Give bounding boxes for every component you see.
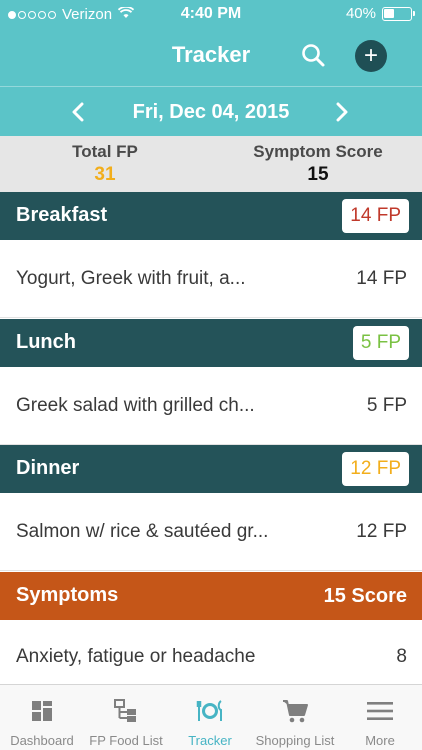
tab-more[interactable]: More [338, 685, 422, 750]
tab-fp-food-list[interactable]: FP Food List [84, 685, 168, 750]
section-title: Dinner [16, 457, 80, 479]
tab-bar: Dashboard FP Food List Tracker Shopping … [0, 684, 422, 750]
next-day-button[interactable] [326, 96, 358, 128]
section-lunch[interactable]: Lunch 5 FP [0, 319, 422, 367]
meal-item-name: Salmon w/ rice & sautéed gr... [16, 521, 269, 542]
tab-label: FP Food List [89, 733, 163, 748]
total-fp-label: Total FP [72, 142, 138, 161]
section-breakfast[interactable]: Breakfast 14 FP [0, 192, 422, 240]
total-fp-value: 31 [94, 164, 116, 185]
section-title: Symptoms [16, 584, 119, 606]
dashboard-icon [32, 701, 52, 721]
symptom-score-value: 15 [307, 164, 329, 185]
fp-badge: 12 FP [342, 452, 409, 486]
status-bar: Verizon 4:40 PM 40% [0, 0, 422, 30]
battery-status: 40% [345, 5, 415, 22]
date-navigator: Fri, Dec 04, 2015 [0, 88, 422, 136]
tab-tracker[interactable]: Tracker [168, 685, 252, 750]
search-icon [302, 44, 325, 67]
battery-percent: 40% [345, 5, 376, 22]
section-dinner[interactable]: Dinner 12 FP [0, 445, 422, 493]
add-button[interactable]: + [355, 40, 387, 72]
total-fp-summary: Total FP 31 [44, 142, 166, 186]
tab-label: Shopping List [255, 733, 335, 748]
daily-summary: Total FP 31 Symptom Score 15 [0, 136, 422, 192]
tab-shopping-list[interactable]: Shopping List [252, 685, 338, 750]
tab-label: Dashboard [10, 733, 74, 748]
cart-icon [283, 700, 308, 723]
meal-item-row[interactable]: Yogurt, Greek with fruit, a... 14 FP [0, 240, 422, 318]
symptom-item-name: Anxiety, fatigue or headache [16, 646, 256, 667]
meal-item-row[interactable]: Greek salad with grilled ch... 5 FP [0, 367, 422, 445]
meal-item-row[interactable]: Salmon w/ rice & sautéed gr... 12 FP [0, 493, 422, 571]
symptom-score-label: Symptom Score [253, 142, 383, 161]
current-date[interactable]: Fri, Dec 04, 2015 [0, 101, 422, 124]
meal-item-fp: 12 FP [356, 521, 407, 542]
tracker-icon [196, 700, 222, 721]
search-button[interactable] [298, 40, 330, 72]
battery-icon [382, 6, 415, 21]
plus-icon: + [363, 42, 378, 69]
food-list-icon [114, 699, 136, 722]
nav-divider [0, 86, 422, 87]
symptom-score-summary: Symptom Score 15 [232, 142, 404, 186]
chevron-right-icon [336, 102, 348, 122]
fp-badge: 14 FP [342, 199, 409, 233]
fp-badge: 5 FP [352, 326, 409, 360]
meal-item-name: Greek salad with grilled ch... [16, 395, 255, 416]
section-title: Breakfast [16, 204, 108, 226]
tab-label: More [365, 733, 395, 748]
menu-icon [367, 702, 393, 720]
app-header: Verizon 4:40 PM 40% Tracker + Fri, Dec 0… [0, 0, 422, 136]
meal-item-fp: 14 FP [356, 268, 407, 289]
tab-dashboard[interactable]: Dashboard [0, 685, 84, 750]
meal-item-name: Yogurt, Greek with fruit, a... [16, 268, 246, 289]
symptom-item-row[interactable]: Anxiety, fatigue or headache 8 [0, 620, 422, 684]
meal-item-fp: 5 FP [366, 395, 407, 416]
section-title: Lunch [16, 331, 76, 353]
tab-label: Tracker [188, 733, 232, 748]
section-symptoms[interactable]: Symptoms 15 Score [0, 572, 422, 620]
symptom-score-badge: 15 Score [323, 585, 407, 607]
symptom-item-score: 8 [396, 646, 407, 667]
